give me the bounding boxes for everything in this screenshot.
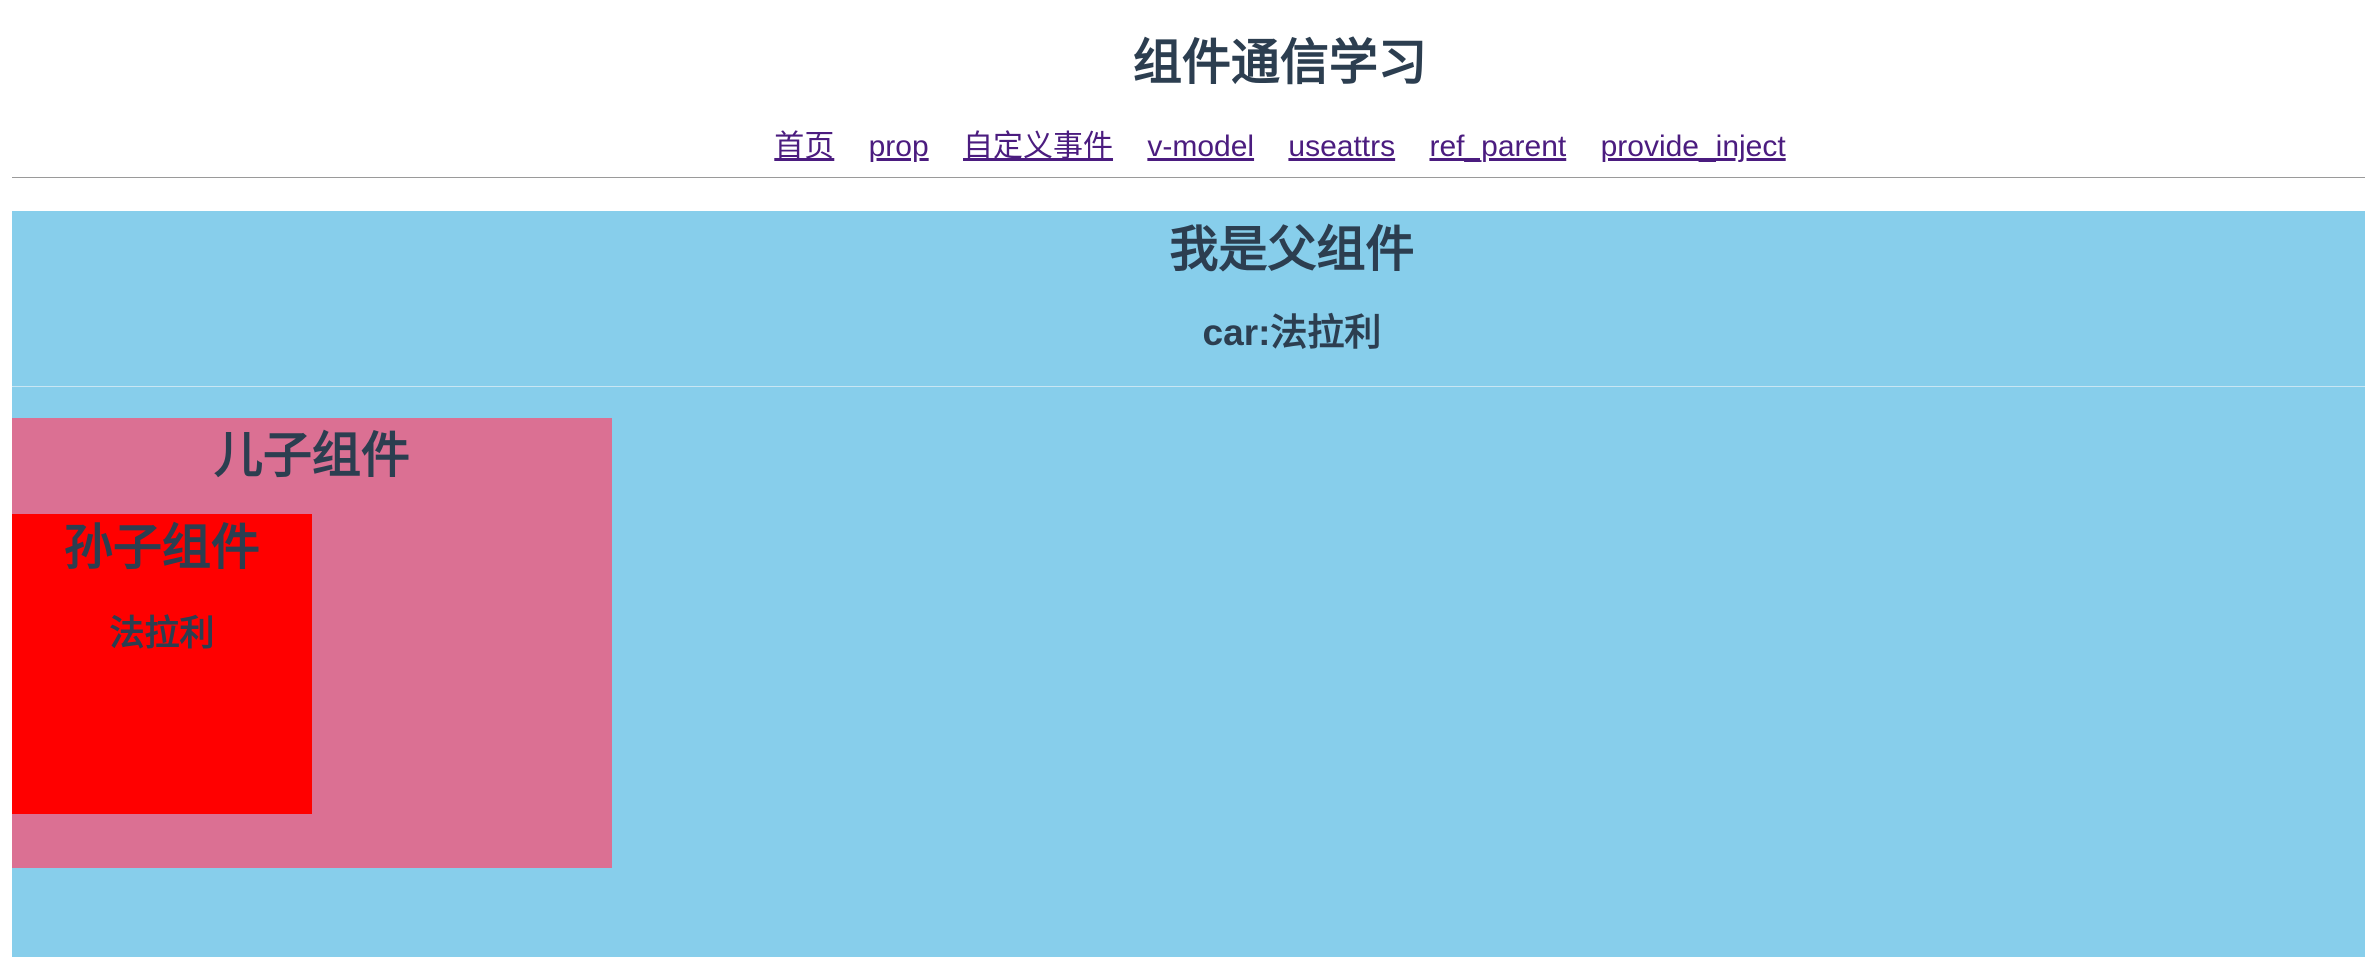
child-title: 儿子组件 (213, 429, 410, 483)
parent-divider (12, 386, 2365, 387)
grandchild-car-text: 法拉利 (109, 614, 215, 653)
grandchild-title: 孙子组件 (63, 521, 260, 575)
child-component: 儿子组件 孙子组件 法拉利 (12, 418, 612, 868)
nav-link-provide-inject[interactable]: provide_inject (1601, 130, 1786, 163)
app-root: 组件通信学习 首页 prop 自定义事件 v-model useattrs re… (0, 0, 2365, 957)
nav-link-prop[interactable]: prop (869, 130, 929, 163)
nav-divider (12, 177, 2365, 178)
grandchild-component: 孙子组件 法拉利 (12, 514, 312, 814)
nav-link-home[interactable]: 首页 (774, 130, 834, 163)
main-nav: 首页 prop 自定义事件 v-model useattrs ref_paren… (0, 125, 2365, 169)
parent-car-text: car:法拉利 (1202, 312, 1382, 353)
parent-component: 我是父组件 car:法拉利 儿子组件 孙子组件 法拉利 (12, 211, 2365, 957)
nav-link-v-model[interactable]: v-model (1147, 130, 1254, 163)
nav-link-custom-event[interactable]: 自定义事件 (963, 130, 1113, 163)
nav-link-ref-parent[interactable]: ref_parent (1429, 130, 1566, 163)
nav-link-useattrs[interactable]: useattrs (1288, 130, 1395, 163)
parent-title: 我是父组件 (1169, 223, 1415, 277)
app-title: 组件通信学习 (1132, 36, 1427, 90)
